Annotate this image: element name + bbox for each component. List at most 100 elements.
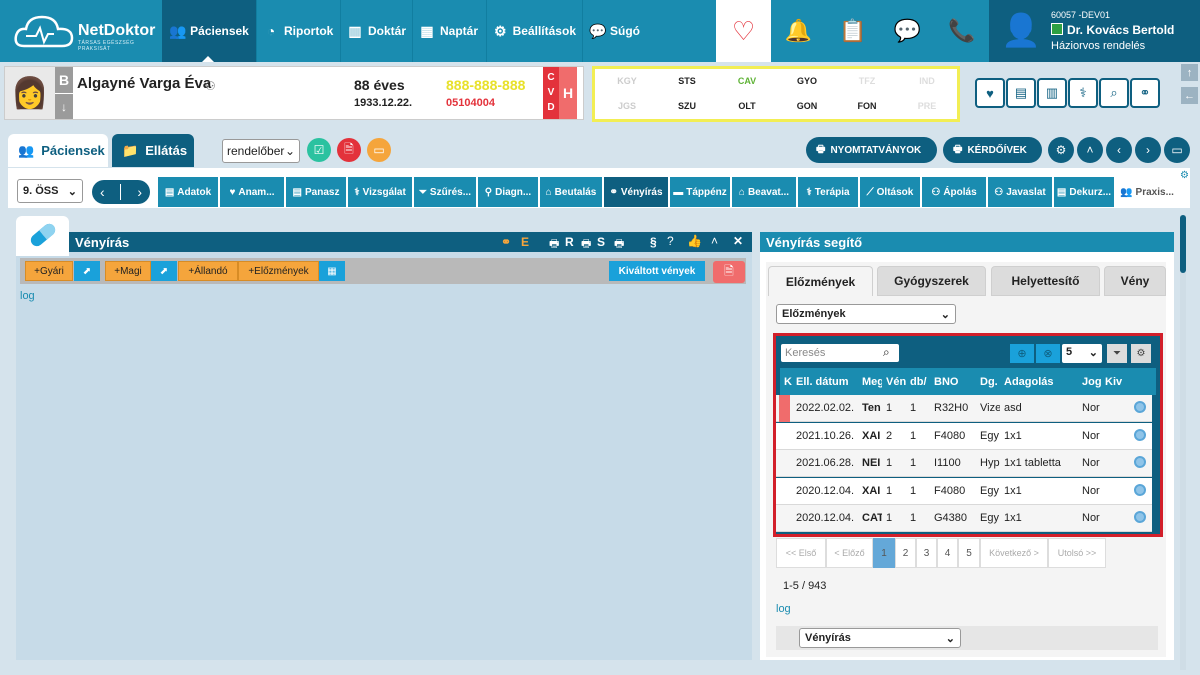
bottom-select[interactable]: Vényírás ⌄ — [799, 628, 961, 648]
table-row[interactable]: 2022.02.02. Ten 1 1 R32H0 Vize asd Nor — [776, 395, 1152, 422]
tab-ellatas[interactable]: 📁 Ellátás — [112, 134, 194, 167]
phone-info-icon[interactable]: 📞 — [948, 18, 975, 44]
arrow-down-icon[interactable]: ↓ — [55, 94, 73, 119]
kerdoivek-button[interactable]: 🖶 KÉRDŐÍVEK — [943, 137, 1042, 163]
pager-page-4[interactable]: 4 — [937, 538, 958, 568]
page-size-select[interactable]: 5 ⌄ — [1062, 344, 1102, 363]
gear-icon[interactable]: ⚙ — [1131, 344, 1151, 363]
column-header[interactable]: Vén — [886, 376, 906, 388]
arrow-up-icon[interactable]: ↑ — [1181, 64, 1198, 81]
module-tab-beutalas[interactable]: ⌂ Beutalás — [540, 177, 602, 207]
monitor-icon[interactable]: ▭ — [1164, 137, 1190, 163]
module-tab-anamnezis[interactable]: ♥ Anam... — [220, 177, 284, 207]
oss-select[interactable]: 9. ÖSS ⌄ — [17, 179, 83, 203]
module-tab-beavatkozas[interactable]: ⌂ Beavat... — [732, 177, 796, 207]
pager-page-2[interactable]: 2 — [895, 538, 916, 568]
pager-first[interactable]: << Első — [776, 538, 826, 568]
arrow-left-icon[interactable]: ← — [1181, 87, 1198, 104]
tab-gyogyszerek[interactable]: Gyógyszerek — [877, 266, 986, 296]
module-tab-praxis[interactable]: 👥 Praxis... — [1116, 177, 1178, 207]
column-header[interactable]: db/ — [910, 376, 930, 388]
view-detail-icon[interactable] — [1134, 483, 1146, 496]
print-r-icon[interactable]: 🖶 — [549, 235, 559, 254]
module-tab-dekurzus[interactable]: ▤ Dekurz... — [1054, 177, 1114, 207]
log-link[interactable]: log — [20, 290, 35, 302]
clipboard-icon[interactable]: 📋 — [839, 18, 866, 44]
zoom-clear-icon[interactable]: ⊗ — [1036, 344, 1060, 363]
calendar-icon[interactable]: ▦ — [319, 261, 345, 281]
bell-icon[interactable]: 🔔 — [785, 18, 812, 44]
filter-icon[interactable]: ⏷ — [1107, 344, 1127, 363]
alert-fon[interactable]: FON — [837, 101, 897, 111]
paragraph-button[interactable]: § — [650, 235, 657, 249]
alert-jgs[interactable]: JGS — [597, 101, 657, 111]
column-header[interactable]: Adagolás — [1004, 376, 1080, 388]
tab-elozmenyek[interactable]: Előzmények — [768, 266, 873, 296]
module-tab-vizsgalat[interactable]: ⚕ Vizsgálat — [348, 177, 412, 207]
location-select[interactable]: rendelőber ⌄ — [222, 139, 300, 163]
table-row[interactable]: 2021.06.28. NEI 1 1 I1100 Hyp 1x1 tabletta Nor — [776, 450, 1152, 477]
magi-button[interactable]: +Magi — [105, 261, 151, 281]
log-link[interactable]: log — [776, 603, 791, 615]
chevron-up-icon[interactable]: ˄ — [711, 234, 718, 248]
user-box[interactable]: 👤 60057 -DEV01 Dr. Kovács Bertold Házior… — [989, 0, 1200, 62]
alert-kgy[interactable]: KGY — [597, 76, 657, 86]
nav-beallitasok[interactable]: ⚙ Beállítások — [486, 0, 582, 62]
search-input[interactable]: Keresés ⌕ — [781, 344, 899, 362]
scrollbar-thumb[interactable] — [1180, 215, 1186, 273]
print-s-icon[interactable]: 🖶 — [581, 235, 591, 254]
table-row[interactable]: 2020.12.04. CAT 1 1 G4380 Egy 1x1 Nor — [776, 505, 1152, 532]
scrollbar-track[interactable] — [1180, 215, 1186, 670]
view-detail-icon[interactable] — [1134, 511, 1146, 523]
search-icon[interactable]: ⌕ — [883, 345, 890, 360]
cvd-badge[interactable]: C V D — [543, 67, 559, 119]
column-header[interactable]: K — [784, 376, 792, 388]
column-header[interactable]: Dg. — [980, 376, 1000, 388]
allando-button[interactable]: +Állandó — [178, 261, 238, 281]
module-tab-javaslat[interactable]: ⚇ Javaslat — [988, 177, 1052, 207]
pager-page-1[interactable]: 1 — [873, 538, 895, 568]
bed-icon[interactable]: ⚕ — [1068, 78, 1098, 108]
kivaltott-venyek-button[interactable]: Kiváltott vények — [609, 261, 705, 281]
module-tab-oltasok[interactable]: ⟋ Oltások — [860, 177, 920, 207]
alert-pre[interactable]: PRE — [897, 101, 957, 111]
elozmenyek-select[interactable]: Előzmények ⌄ — [776, 304, 956, 324]
column-header[interactable]: Ell. dátum — [796, 376, 858, 388]
chevron-up-icon[interactable]: ˄ — [1077, 137, 1103, 163]
help-icon[interactable]: ? — [667, 234, 674, 248]
brand-heart-icon[interactable]: ♡ — [716, 0, 771, 62]
nav-naptar[interactable]: ▦ Naptár — [412, 0, 486, 62]
table-row[interactable]: 2021.10.26. XAI 2 1 F4080 Egy 1x1 Nor — [776, 422, 1152, 450]
alert-gon[interactable]: GON — [777, 101, 837, 111]
alert-cav[interactable]: CAV — [717, 76, 777, 86]
table-row[interactable]: 2020.12.04. XAI 1 1 F4080 Egy 1x1 Nor — [776, 477, 1152, 505]
r-button[interactable]: R — [565, 235, 574, 249]
logo[interactable]: NetDoktor TÁRSAS EGÉSZSÉG PRAKSISÁT — [0, 0, 162, 62]
nav-riportok[interactable]: ◔ Riportok — [256, 0, 340, 62]
tab-paciensek[interactable]: 👥 Páciensek — [8, 134, 108, 167]
external-link-icon[interactable]: ⬈ — [151, 261, 177, 281]
pager-page-3[interactable]: 3 — [916, 538, 937, 568]
view-detail-icon[interactable] — [1134, 428, 1146, 441]
gyari-button[interactable]: +Gyári — [25, 261, 73, 281]
delete-doc-icon[interactable]: 🗎 — [713, 261, 745, 283]
external-link-icon[interactable]: ⬈ — [74, 261, 100, 281]
alert-olt[interactable]: OLT — [717, 101, 777, 111]
message-icon[interactable]: 💬 — [894, 18, 921, 44]
thumbs-up-icon[interactable]: 👍 — [687, 234, 702, 248]
pager-next[interactable]: Következő > — [980, 538, 1048, 568]
handshake-icon[interactable]: ⚇ — [205, 79, 216, 93]
settings-icon[interactable]: ⚙ — [1048, 137, 1074, 163]
s-button[interactable]: S — [597, 235, 605, 249]
document-icon[interactable]: ▤ — [1006, 78, 1036, 108]
pager-last[interactable]: Utolsó >> — [1048, 538, 1106, 568]
elozmenyek-button[interactable]: +Előzmények — [238, 261, 319, 281]
e-button[interactable]: E — [521, 235, 529, 249]
nav-paciensek[interactable]: 👥 Páciensek — [162, 0, 256, 62]
alert-tfz[interactable]: TFZ — [837, 76, 897, 86]
strip-settings-icon[interactable]: ⚙ — [1180, 170, 1189, 181]
check-icon[interactable]: ☑ — [307, 138, 331, 162]
view-detail-icon[interactable] — [1134, 401, 1146, 413]
column-header[interactable]: BNO — [934, 376, 974, 388]
pills-e-icon[interactable]: ⚭ — [501, 235, 511, 249]
